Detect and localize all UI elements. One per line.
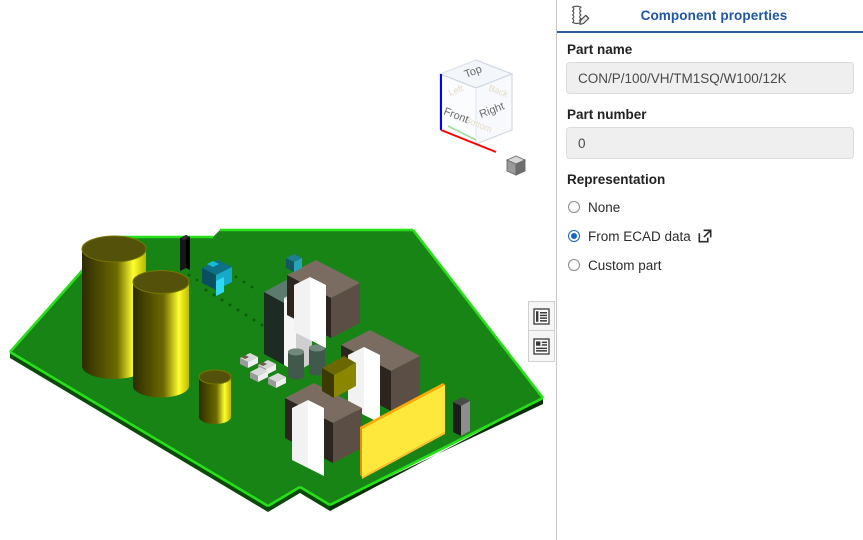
part-name-label: Part name <box>567 42 633 57</box>
panel-body: Part name Part number Representation Non… <box>557 33 863 276</box>
jumper-black[interactable] <box>180 235 190 271</box>
component-edit-icon[interactable] <box>566 4 592 28</box>
page-title: Component properties <box>640 8 788 23</box>
panel-header: Component properties <box>557 0 863 33</box>
part-number-input[interactable] <box>566 127 854 159</box>
home-cube-icon[interactable] <box>505 155 527 176</box>
representation-label: Representation <box>567 172 666 187</box>
application-window: Left Back Bottom Top Front Right Compone… <box>0 0 863 540</box>
electrolytic-capacitor-small[interactable] <box>198 369 232 424</box>
external-link-icon[interactable] <box>698 229 712 243</box>
part-number-group: Part number <box>566 107 854 159</box>
electrolytic-capacitor-medium[interactable] <box>132 270 190 398</box>
navigation-view-cube[interactable]: Left Back Bottom Top Front Right <box>428 52 528 177</box>
radio-option-none[interactable]: None <box>566 196 854 218</box>
3d-model-viewport[interactable]: Left Back Bottom Top Front Right <box>0 0 556 540</box>
small-cylinder-1[interactable] <box>288 348 304 380</box>
part-number-label: Part number <box>567 107 647 122</box>
list-panel-icon <box>533 307 550 325</box>
properties-panel-icon <box>533 337 550 355</box>
radio-custom-part-mark[interactable] <box>568 259 580 271</box>
radio-none-mark[interactable] <box>568 201 580 213</box>
jumper-dark-right[interactable] <box>453 397 470 436</box>
component-properties-panel: Component properties Part name Part numb… <box>556 0 863 540</box>
radio-from-ecad-data-mark[interactable] <box>568 230 580 242</box>
part-name-input[interactable] <box>566 62 854 94</box>
radio-from-ecad-data-label: From ECAD data <box>588 228 691 244</box>
show-component-list-button[interactable] <box>528 301 555 331</box>
radio-option-from-ecad-data[interactable]: From ECAD data <box>566 225 854 247</box>
radio-custom-part-label: Custom part <box>588 257 662 273</box>
part-name-group: Part name <box>566 42 854 94</box>
viewport-toolbar <box>528 301 555 362</box>
radio-option-custom-part[interactable]: Custom part <box>566 254 854 276</box>
radio-none-label: None <box>588 199 621 215</box>
show-properties-panel-button[interactable] <box>528 331 555 362</box>
